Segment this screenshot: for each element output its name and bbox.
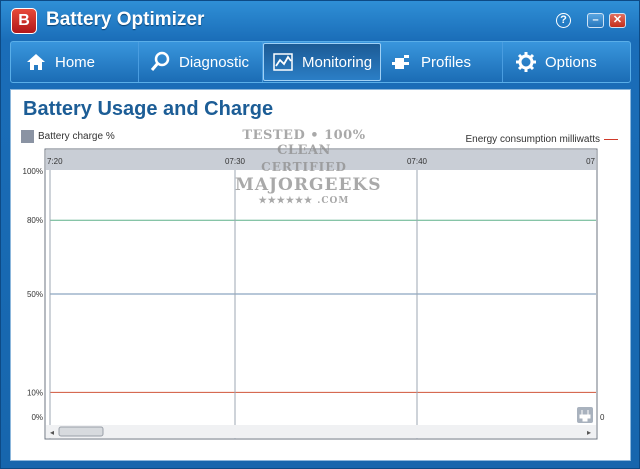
- y-tick-label: 80%: [27, 216, 43, 225]
- nav-options[interactable]: Options: [503, 42, 630, 82]
- plug-icon: [391, 51, 413, 73]
- nav-profiles[interactable]: Profiles: [381, 42, 503, 82]
- magnifier-icon: [149, 51, 171, 73]
- x-tick-label: 07:40: [407, 157, 428, 166]
- y-tick-label: 100%: [23, 167, 43, 176]
- app-logo-icon: B: [11, 8, 37, 34]
- watermark-line3: MAJORGEEKS: [235, 175, 382, 195]
- main-nav: Home Diagnostic Monitoring Profiles Opti…: [10, 41, 631, 83]
- nav-monitoring-label: Monitoring: [302, 53, 373, 71]
- legend-energy-label: Energy consumption milliwatts: [465, 134, 601, 145]
- app-title: Battery Optimizer: [46, 9, 205, 30]
- watermark-line1: TESTED • 100% CLEAN: [242, 128, 366, 158]
- y-tick-label: 10%: [27, 388, 43, 397]
- watermark-line2: CERTIFIED: [261, 160, 347, 174]
- monitoring-panel: Battery Usage and Charge Battery charge …: [10, 89, 631, 461]
- right-axis-tick: 0: [600, 413, 605, 422]
- watermark-line4: ★★★★★★ .COM: [258, 196, 350, 206]
- nav-profiles-label: Profiles: [421, 53, 472, 71]
- nav-diagnostic[interactable]: Diagnostic: [139, 42, 263, 82]
- help-button[interactable]: ?: [556, 13, 571, 28]
- watermark: TESTED • 100% CLEAN CERTIFIED MAJORGEEKS…: [235, 128, 382, 208]
- nav-home-label: Home: [55, 53, 96, 71]
- title-bar: B Battery Optimizer ? – ✕: [1, 1, 639, 37]
- nav-monitoring[interactable]: Monitoring: [263, 43, 381, 81]
- legend-energy: Energy consumption milliwatts: [465, 134, 618, 145]
- nav-home[interactable]: Home: [11, 42, 139, 82]
- chart-icon: [272, 51, 294, 73]
- scroll-thumb[interactable]: [58, 426, 104, 437]
- minimize-button[interactable]: –: [587, 13, 604, 28]
- legend-line-swatch: [604, 139, 618, 140]
- scroll-right-arrow: ▸: [587, 428, 591, 437]
- scroll-left-arrow: ◂: [50, 428, 54, 437]
- legend-battery-charge: Battery charge %: [21, 130, 115, 143]
- gear-icon: [515, 51, 537, 73]
- legend-battery-charge-label: Battery charge %: [38, 131, 115, 142]
- home-icon: [25, 51, 47, 73]
- legend-swatch: [21, 130, 34, 143]
- nav-options-label: Options: [545, 53, 597, 71]
- page-title: Battery Usage and Charge: [23, 98, 274, 120]
- app-window: B Battery Optimizer ? – ✕ Home Diagnosti…: [0, 0, 640, 469]
- x-tick-label: 7:20: [47, 157, 63, 166]
- y-tick-label: 50%: [27, 290, 43, 299]
- horizontal-scrollbar: [46, 425, 596, 438]
- close-button[interactable]: ✕: [609, 13, 626, 28]
- nav-diagnostic-label: Diagnostic: [179, 53, 250, 71]
- x-tick-label: 07: [586, 157, 595, 166]
- y-tick-label: 0%: [31, 413, 43, 422]
